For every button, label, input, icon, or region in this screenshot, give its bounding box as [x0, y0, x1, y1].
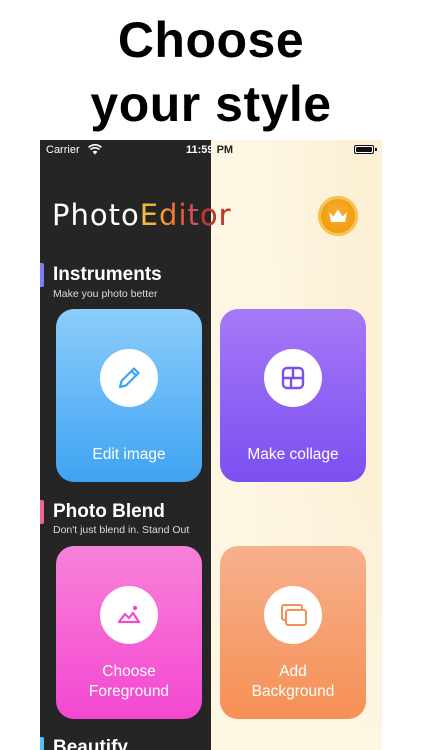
section-subtitle-instruments: Make you photo better [53, 288, 158, 300]
clock: 11:59 PM [186, 144, 233, 156]
image-icon [117, 605, 141, 624]
section-title-beautify: Beautify [53, 737, 128, 750]
carrier-label: Carrier [46, 144, 80, 156]
choose-foreground-label: Choose Foreground [56, 662, 202, 702]
crown-icon [329, 209, 347, 222]
edit-image-icon-circle [100, 349, 158, 407]
section-title-instruments: Instruments [53, 264, 162, 285]
add-background-icon-circle [264, 586, 322, 644]
logo-text-editor: Editor [140, 198, 232, 232]
add-background-label: Add Background [220, 662, 366, 702]
section-title-photo-blend: Photo Blend [53, 501, 165, 522]
choose-foreground-icon-circle [100, 586, 158, 644]
section-accent-instruments [40, 263, 44, 287]
add-background-label-line1: Add [279, 663, 307, 680]
make-collage-label: Make collage [247, 446, 339, 463]
clock-time: 11:59 [186, 144, 214, 156]
wifi-icon [88, 144, 102, 155]
layers-icon [281, 604, 307, 626]
make-collage-icon-circle [264, 349, 322, 407]
section-accent-beautify [40, 737, 44, 750]
add-background-card[interactable]: Add Background [220, 546, 366, 719]
headline-line-1: Choose [117, 12, 305, 68]
make-collage-card[interactable]: Make collage [220, 309, 366, 482]
logo-text-photo: Photo [52, 198, 140, 232]
collage-grid-icon [281, 366, 305, 390]
logo-text-edit: Edit [139, 198, 200, 232]
phone-screen: Carrier 11:59 PM PhotoEditor Instruments… [40, 140, 382, 750]
choose-foreground-label-line2: Foreground [88, 683, 170, 700]
add-background-label-line2: Background [251, 683, 335, 700]
section-subtitle-photo-blend: Don't just blend in. Stand Out [53, 524, 190, 536]
promo-headline: Choose your style [0, 8, 422, 136]
premium-button[interactable] [318, 196, 358, 236]
headline-line-2: your style [90, 76, 332, 132]
pencil-icon [118, 367, 140, 389]
status-bar: Carrier 11:59 PM [40, 140, 382, 162]
edit-image-card[interactable]: Edit image [56, 309, 202, 482]
logo-text-or: or [199, 198, 232, 232]
section-accent-photo-blend [40, 500, 44, 524]
choose-foreground-card[interactable]: Choose Foreground [56, 546, 202, 719]
edit-image-label: Edit image [92, 446, 166, 463]
clock-ampm: PM [216, 144, 234, 156]
choose-foreground-label-line1: Choose [102, 663, 156, 680]
battery-icon [354, 145, 377, 154]
app-logo: PhotoEditor [52, 198, 232, 232]
